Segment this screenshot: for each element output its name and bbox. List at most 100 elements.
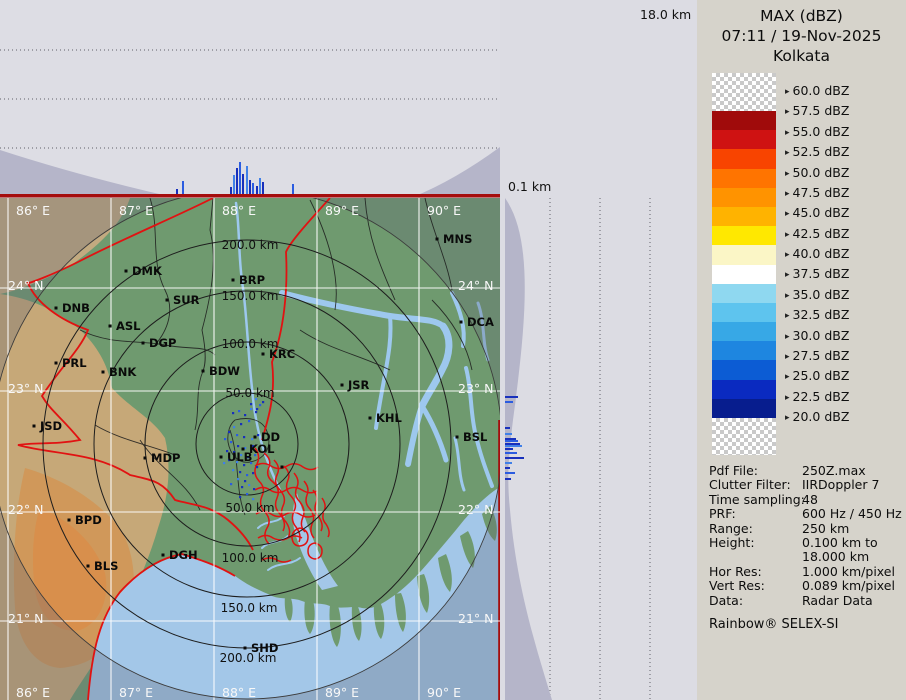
station-dot xyxy=(220,456,223,459)
range-ring-label: 100.0 km xyxy=(222,551,279,565)
station-code-label: SHD xyxy=(251,641,278,655)
colorbar-band xyxy=(712,130,776,149)
station-code-label: MNS xyxy=(443,232,472,246)
echo-dot xyxy=(244,480,246,482)
echo-dot xyxy=(241,486,243,488)
grid-label: 88° E xyxy=(222,203,256,218)
info-row: Pdf File:250Z.max xyxy=(709,464,901,478)
dbz-scale-label: ▸32.5 dBZ xyxy=(785,307,849,322)
station-dot xyxy=(109,325,112,328)
dbz-value-text: 50.0 dBZ xyxy=(793,165,850,180)
echo-spike xyxy=(242,174,244,194)
echo-dot xyxy=(250,408,252,410)
colorbar-band xyxy=(712,111,776,130)
station-code-label: BLS xyxy=(94,559,118,573)
station-code-label: DMK xyxy=(132,264,163,278)
echo-bar xyxy=(505,445,522,447)
dbz-value-text: 60.0 dBZ xyxy=(793,83,850,98)
echo-dot xyxy=(238,410,240,412)
station-dot xyxy=(55,362,58,365)
info-value: 0.100 km to xyxy=(802,536,901,550)
station-code-label: BNK xyxy=(109,365,137,379)
scale-tick-arrow-icon: ▸ xyxy=(785,107,790,117)
dbz-value-text: 35.0 dBZ xyxy=(793,287,850,302)
product-info-rows: Pdf File:250Z.maxClutter Filter:IIRDoppl… xyxy=(709,464,901,608)
station-code-label: DNB xyxy=(62,301,90,315)
dbz-scale-label: ▸37.5 dBZ xyxy=(785,266,849,281)
echo-spike xyxy=(236,168,238,194)
echo-bar xyxy=(505,467,510,469)
scale-tick-arrow-icon: ▸ xyxy=(785,230,790,240)
scale-tick-arrow-icon: ▸ xyxy=(785,311,790,321)
colorbar-checker-bottom xyxy=(712,418,776,455)
height-gridlines xyxy=(550,198,650,700)
dbz-scale-label: ▸50.0 dBZ xyxy=(785,165,849,180)
colorbar-band xyxy=(712,207,776,226)
echo-dot xyxy=(248,420,250,422)
info-row: Vert Res:0.089 km/pixel xyxy=(709,579,901,593)
info-row: PRF:600 Hz / 450 Hz xyxy=(709,507,901,521)
station-code-label: KOL xyxy=(249,442,275,456)
colorbar-checker-top xyxy=(712,73,776,111)
echo-dot xyxy=(230,483,232,485)
info-label: Time sampling: xyxy=(709,493,802,507)
colorbar-band xyxy=(712,284,776,303)
grid-label: 88° E xyxy=(222,685,256,700)
info-label: Data: xyxy=(709,594,802,608)
dbz-scale-label: ▸40.0 dBZ xyxy=(785,246,849,261)
info-value: 18.000 km xyxy=(802,550,901,564)
info-value: 1.000 km/pixel xyxy=(802,565,901,579)
beam-blockage-wedge-left xyxy=(0,150,172,197)
info-row: Data:Radar Data xyxy=(709,594,901,608)
info-value: IIRDoppler 7 xyxy=(802,478,901,492)
info-row: Height:0.100 km to xyxy=(709,536,901,550)
beam-blockage-wedge-right xyxy=(413,147,500,197)
dbz-scale-label: ▸52.5 dBZ xyxy=(785,144,849,159)
echo-spike xyxy=(249,180,251,194)
info-row: Time sampling:48 xyxy=(709,493,901,507)
dbz-scale-label: ▸22.5 dBZ xyxy=(785,389,849,404)
echo-bar xyxy=(505,438,516,440)
echo-dot xyxy=(244,414,246,416)
info-label: PRF: xyxy=(709,507,802,521)
colorbar-band xyxy=(712,149,776,168)
grid-label: 24° N xyxy=(458,278,493,293)
echo-dot xyxy=(237,478,239,480)
station-dot xyxy=(436,238,439,241)
station-dot xyxy=(244,647,247,650)
info-label: Height: xyxy=(709,536,802,550)
echo-dot xyxy=(239,471,241,473)
grid-label: 89° E xyxy=(325,685,359,700)
echo-height-spikes xyxy=(176,162,294,194)
station-dot xyxy=(456,436,459,439)
scale-tick-arrow-icon: ▸ xyxy=(785,393,790,403)
top-height-cross-section xyxy=(0,0,500,198)
echo-dot xyxy=(251,438,253,440)
echo-bar xyxy=(505,396,518,398)
station-code-label: KHL xyxy=(376,411,403,425)
radar-display-window: 18.0 km 0.1 km xyxy=(0,0,906,700)
station-code-label: BSL xyxy=(463,430,488,444)
station-dot xyxy=(369,417,372,420)
max-height-label: 18.0 km xyxy=(640,7,691,22)
scale-tick-arrow-icon: ▸ xyxy=(785,270,790,280)
station-code-label: DGH xyxy=(169,548,198,562)
scale-tick-arrow-icon: ▸ xyxy=(785,291,790,301)
dbz-scale-label: ▸42.5 dBZ xyxy=(785,226,849,241)
echo-spike xyxy=(230,187,232,194)
station-code-label: SUR xyxy=(173,293,200,307)
grid-label: 22° N xyxy=(458,502,493,517)
info-value: 48 xyxy=(802,493,901,507)
station-dot xyxy=(162,554,165,557)
echo-bar xyxy=(505,457,524,459)
info-label: Hor Res: xyxy=(709,565,802,579)
info-label: Pdf File: xyxy=(709,464,802,478)
echo-dot xyxy=(257,434,259,436)
grid-label: 87° E xyxy=(119,203,153,218)
station-dot xyxy=(87,565,90,568)
colorbar-band xyxy=(712,322,776,341)
side-ground-baseline xyxy=(498,420,500,700)
echo-dot xyxy=(256,408,258,410)
echo-dot xyxy=(246,493,248,495)
colorbar-band xyxy=(712,303,776,322)
